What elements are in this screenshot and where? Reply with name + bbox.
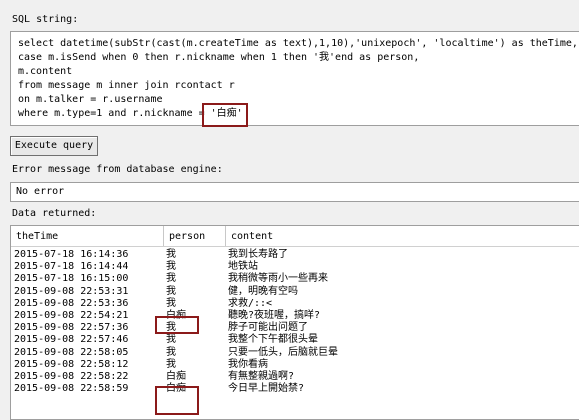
cell-thetime: 2015-09-08 22:57:46	[14, 334, 129, 346]
cell-content: 我你看病	[228, 358, 268, 370]
cell-content: 有無整親過啊?	[228, 371, 295, 382]
cell-content: 地铁站	[228, 261, 258, 273]
cell-thetime: 2015-09-08 22:58:05	[14, 346, 129, 358]
table-row[interactable]: 2015-09-08 22:58:59 白痴 今日早上開始禁?	[11, 383, 579, 395]
cell-person: 我	[166, 346, 176, 358]
sql-line: select datetime(subStr(cast(m.createTime…	[18, 38, 578, 49]
cell-thetime: 2015-09-08 22:58:12	[14, 358, 129, 370]
results-grid[interactable]: theTime person content 2015-07-18 16:14:…	[10, 225, 579, 420]
execute-query-button[interactable]: Execute query	[10, 136, 98, 156]
sql-label: SQL string:	[12, 14, 79, 25]
cell-content: 我整个下午都很头晕	[228, 334, 318, 346]
cell-content: 只要一低头，后脑就巨晕	[228, 346, 338, 358]
cell-thetime: 2015-09-08 22:58:59	[14, 383, 129, 395]
cell-content: 聽晚?夜班喔，搞咩?	[228, 310, 321, 321]
highlight-nickname-box	[202, 103, 248, 127]
cell-person: 我	[166, 285, 176, 297]
grid-header: theTime person content	[11, 226, 579, 247]
cell-content: 健，明晚有空吗	[228, 285, 298, 297]
cell-content: 我到长寿路了	[228, 249, 288, 260]
sql-line: case m.isSend when 0 then r.nickname whe…	[18, 52, 420, 63]
error-message-field[interactable]: No error	[10, 182, 579, 202]
column-header-content[interactable]: content	[226, 226, 579, 246]
cell-thetime: 2015-07-18 16:14:44	[14, 261, 129, 273]
table-row[interactable]: 2015-09-08 22:53:36 我 求救/::<	[11, 298, 579, 310]
cell-thetime: 2015-09-08 22:57:36	[14, 322, 129, 334]
cell-content: 今日早上開始禁?	[228, 383, 305, 395]
cell-thetime: 2015-09-08 22:53:31	[14, 285, 129, 297]
sql-line: from message m inner join rcontact r	[18, 80, 235, 91]
error-label: Error message from database engine:	[12, 164, 223, 175]
cell-thetime: 2015-09-08 22:58:22	[14, 371, 129, 382]
table-row[interactable]: 2015-07-18 16:14:44 我 地铁站	[11, 261, 579, 273]
table-row[interactable]: 2015-07-18 16:15:00 我 我稍微等雨小一些再来	[11, 273, 579, 285]
cell-thetime: 2015-09-08 22:53:36	[14, 297, 129, 309]
cell-content: 脖子可能出问题了	[228, 322, 308, 334]
highlight-person-cells	[155, 386, 199, 415]
cell-person: 我	[166, 334, 176, 346]
highlight-person-cell	[155, 316, 199, 334]
sql-line: on m.talker = r.username	[18, 94, 163, 105]
cell-person: 我	[166, 358, 176, 370]
cell-person: 我	[166, 261, 176, 273]
table-row[interactable]: 2015-09-08 22:58:22 白痴 有無整親過啊?	[11, 371, 579, 383]
cell-thetime: 2015-07-18 16:15:00	[14, 273, 129, 285]
table-row[interactable]: 2015-07-18 16:14:36 我 我到长寿路了	[11, 249, 579, 261]
sql-editor[interactable]: select datetime(subStr(cast(m.createTime…	[10, 31, 579, 126]
cell-content: 求救/::<	[228, 297, 273, 309]
cell-thetime: 2015-07-18 16:14:36	[14, 249, 129, 260]
column-header-person[interactable]: person	[164, 226, 226, 246]
data-returned-label: Data returned:	[12, 208, 97, 219]
table-row[interactable]: 2015-09-08 22:54:21 白痴 聽晚?夜班喔，搞咩?	[11, 310, 579, 322]
table-row[interactable]: 2015-09-08 22:57:46 我 我整个下午都很头晕	[11, 334, 579, 346]
table-row[interactable]: 2015-09-08 22:53:31 我 健，明晚有空吗	[11, 286, 579, 298]
cell-person: 我	[166, 273, 176, 285]
cell-person: 白痴	[166, 371, 186, 382]
cell-content: 我稍微等雨小一些再来	[228, 273, 328, 285]
cell-person: 我	[166, 249, 176, 260]
cell-thetime: 2015-09-08 22:54:21	[14, 310, 129, 321]
table-row[interactable]: 2015-09-08 22:57:36 我脖子可能出问题了	[11, 322, 579, 334]
cell-person: 我	[166, 297, 176, 309]
sql-line: m.content	[18, 66, 73, 77]
column-header-thetime[interactable]: theTime	[11, 226, 164, 246]
table-row[interactable]: 2015-09-08 22:58:12 我 我你看病	[11, 359, 579, 371]
table-row[interactable]: 2015-09-08 22:58:05 我 只要一低头，后脑就巨晕	[11, 347, 579, 359]
